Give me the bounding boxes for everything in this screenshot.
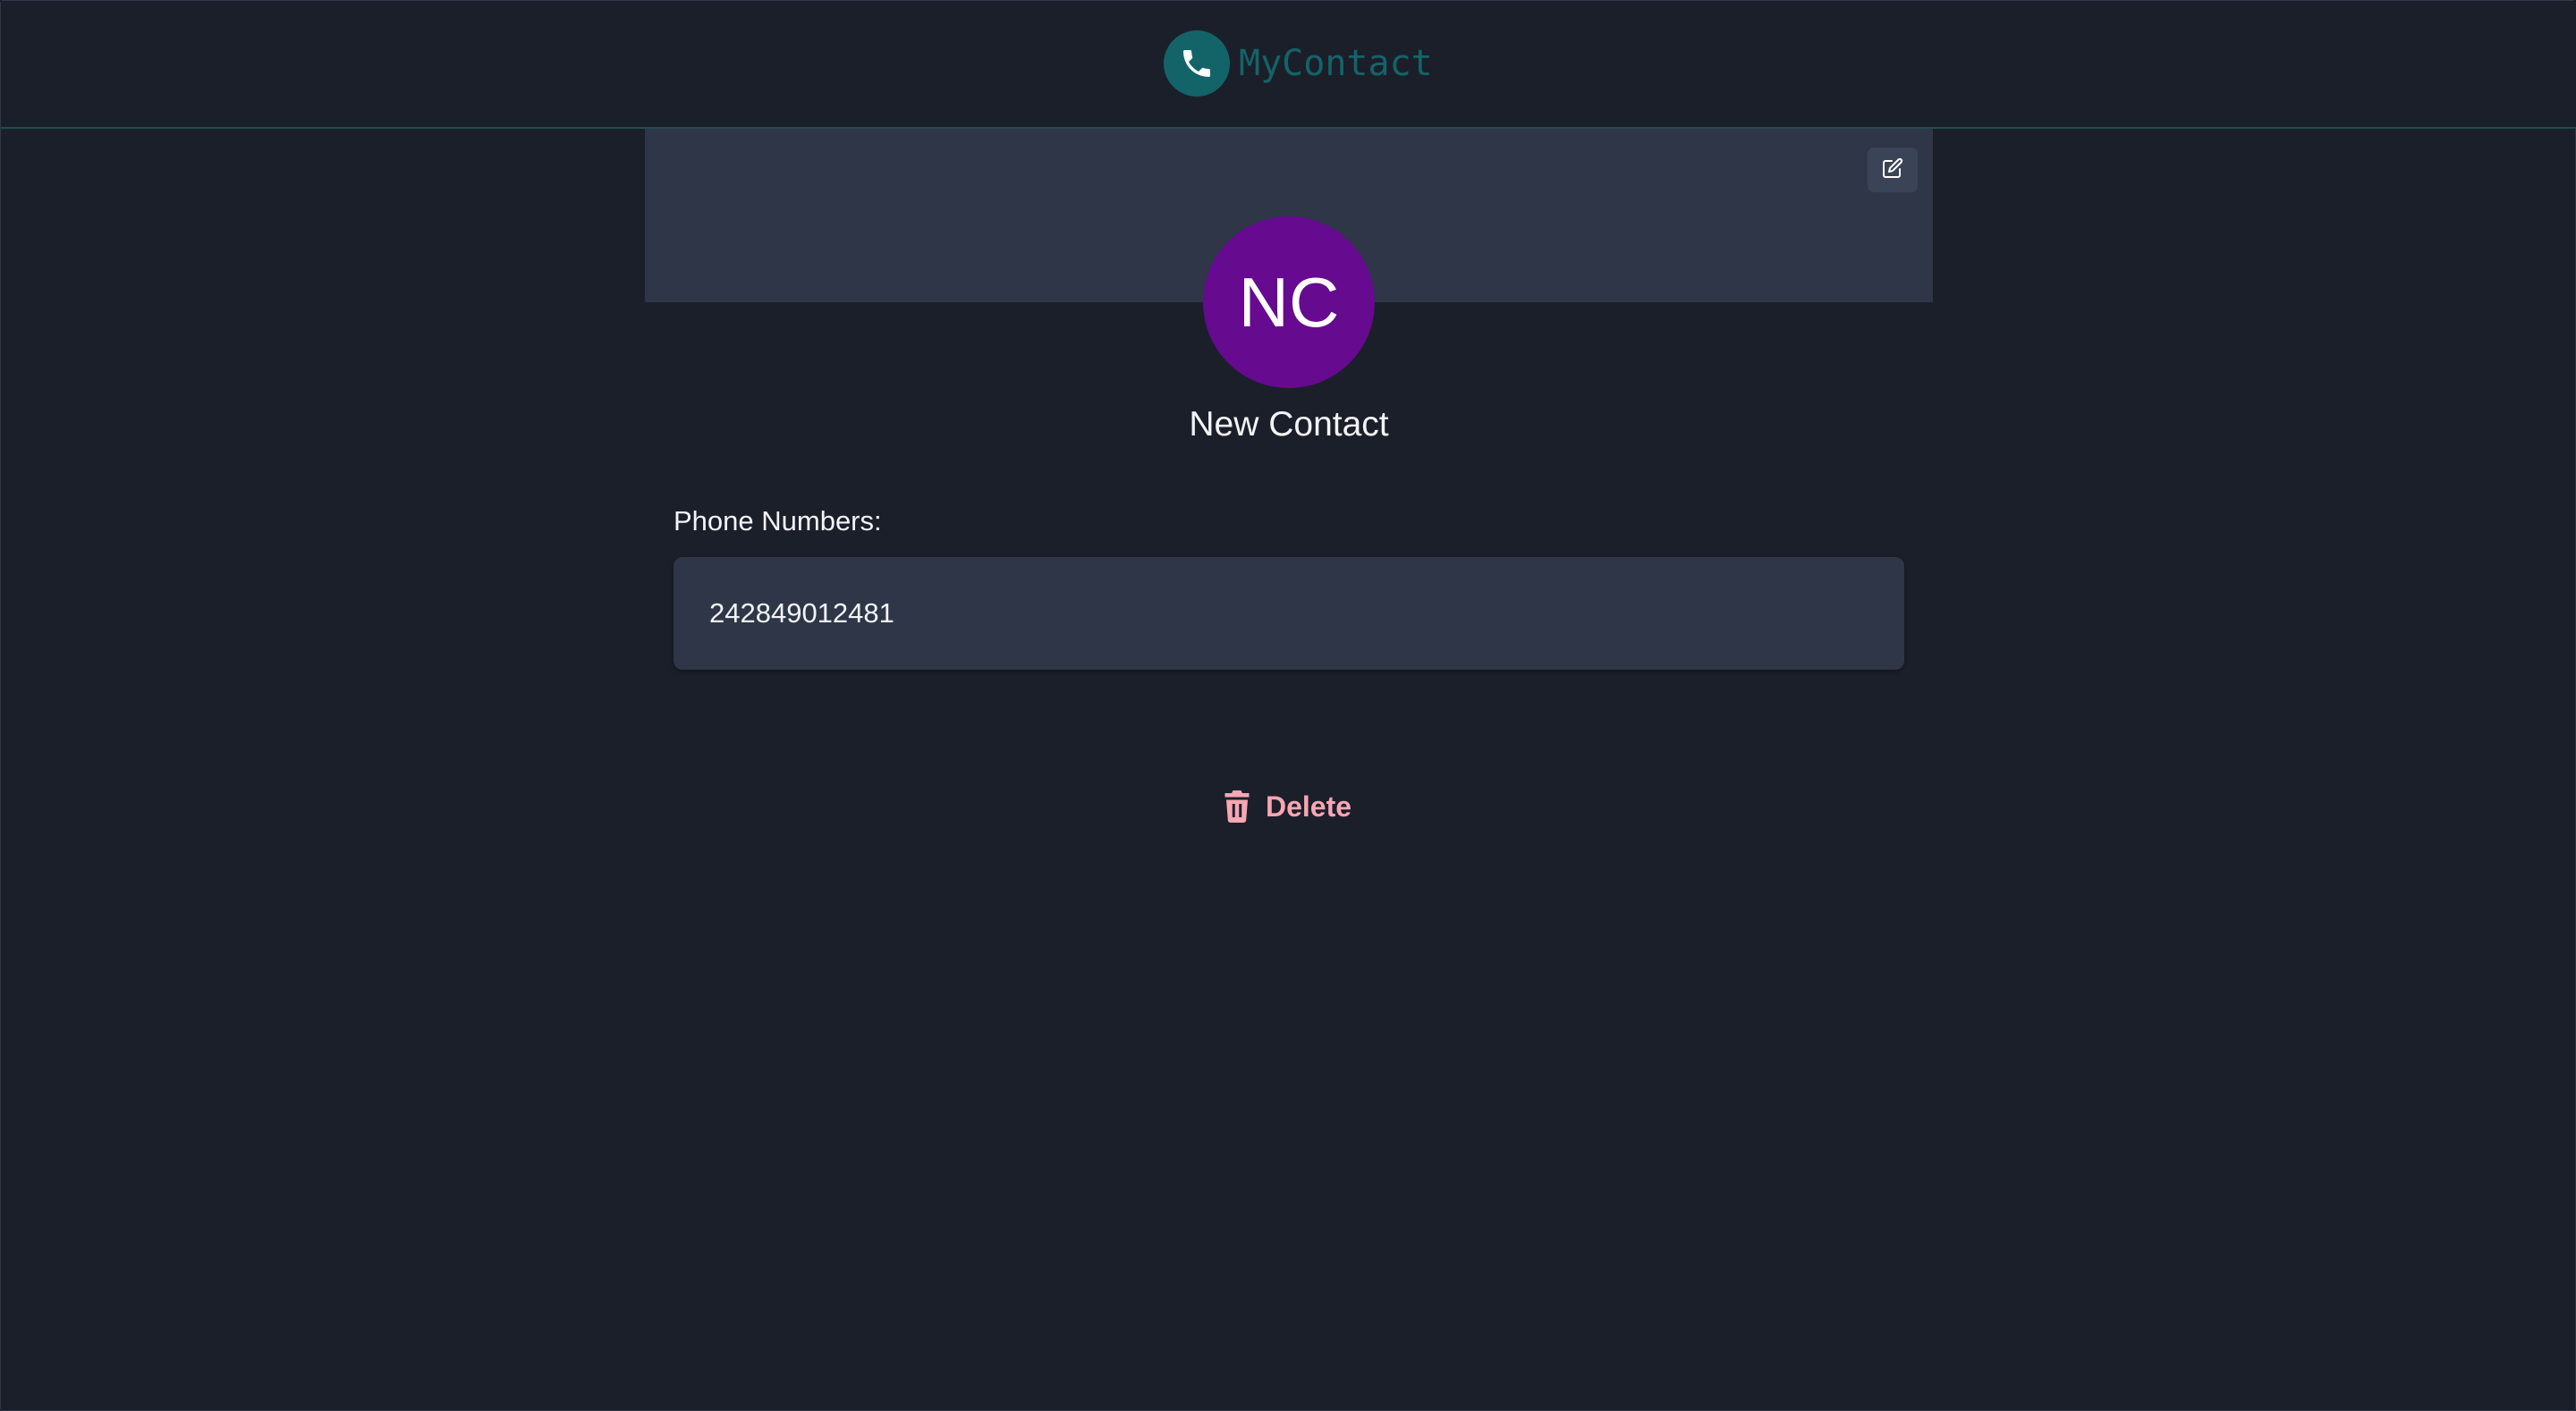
- edit-button[interactable]: [1868, 148, 1918, 192]
- delete-button[interactable]: Delete: [1221, 786, 1352, 827]
- avatar: NC: [1203, 216, 1375, 388]
- header: MyContact: [1, 1, 2576, 129]
- trash-icon: [1221, 789, 1253, 824]
- app-title: MyContact: [1239, 43, 1433, 84]
- app-window: MyContact NC New Contact Phone Numbers: …: [0, 0, 2576, 1411]
- phone-number-value: 242849012481: [709, 597, 894, 629]
- delete-label: Delete: [1266, 790, 1352, 823]
- edit-icon: [1882, 157, 1903, 183]
- brand[interactable]: MyContact: [1164, 30, 1433, 97]
- contact-name: New Contact: [1189, 405, 1389, 444]
- phone-number-item[interactable]: 242849012481: [674, 557, 1904, 670]
- phone-numbers-label: Phone Numbers:: [674, 505, 882, 537]
- phone-icon: [1164, 30, 1230, 97]
